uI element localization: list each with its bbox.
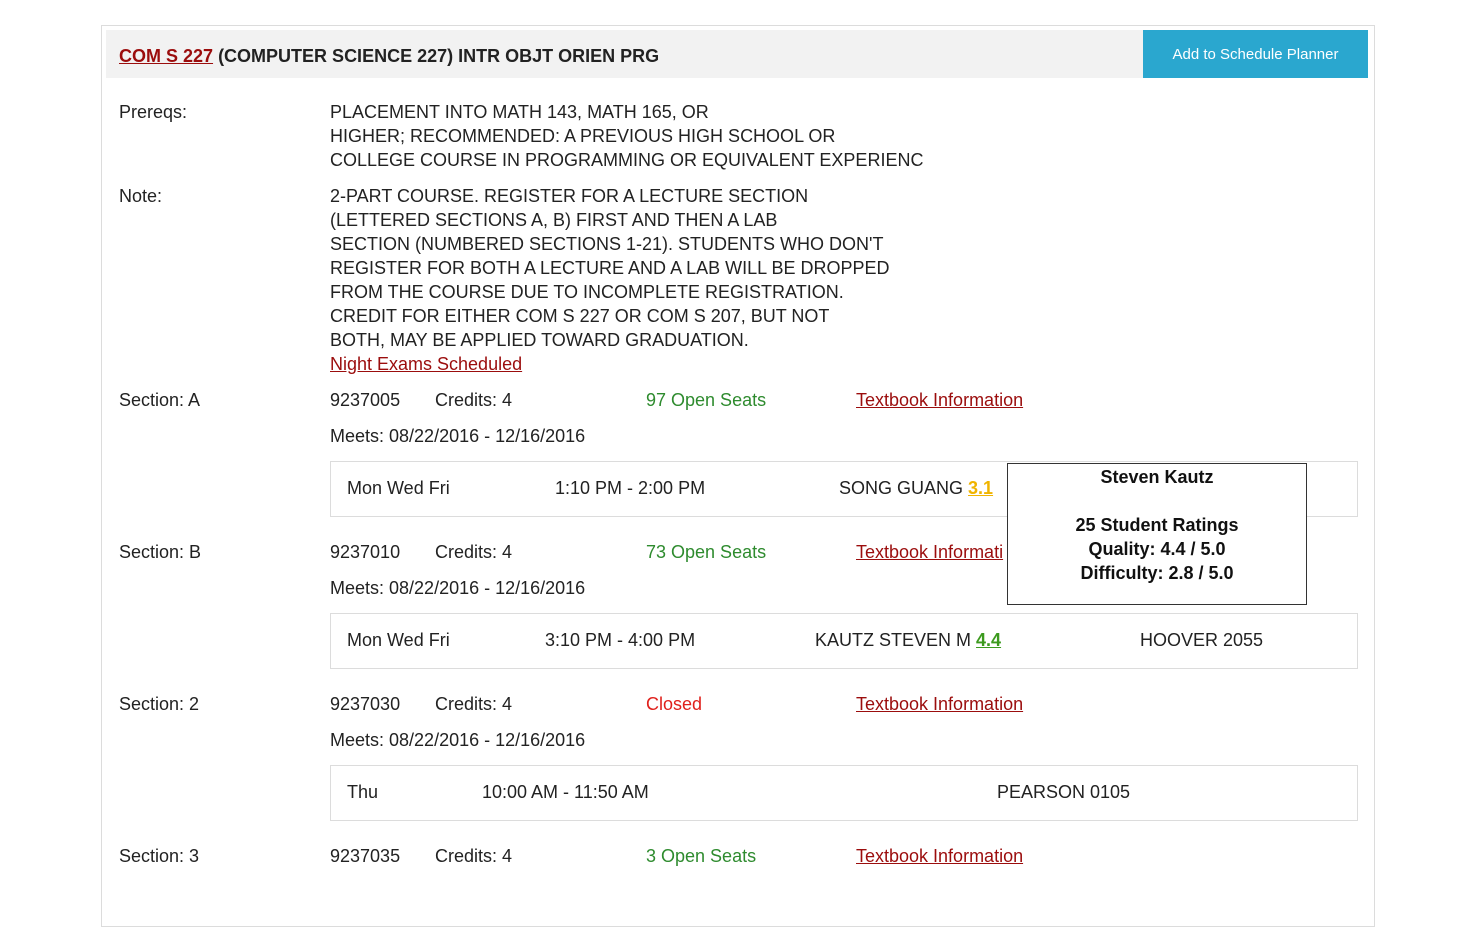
section-2-textbook-link[interactable]: Textbook Information: [856, 692, 1023, 716]
section-a-credits: Credits: 4: [435, 390, 513, 410]
tooltip-difficulty: Difficulty: 2.8 / 5.0: [1080, 563, 1234, 583]
note-line-7: BOTH, MAY BE APPLIED TOWARD GRADUATION.: [330, 330, 749, 350]
section-b-label: Section: B: [119, 542, 202, 562]
course-title: COM S 227 (COMPUTER SCIENCE 227) INTR OB…: [119, 46, 659, 67]
section-b-room: HOOVER 2055: [1140, 630, 1264, 650]
tooltip-quality: Quality: 4.4 / 5.0: [1088, 539, 1226, 559]
section-3-id: 9237035: [330, 846, 401, 866]
course-full-title: (COMPUTER SCIENCE 227) INTR OBJT ORIEN P…: [218, 46, 660, 66]
section-b-time: 3:10 PM - 4:00 PM: [545, 630, 696, 650]
course-code-link[interactable]: COM S 227: [119, 46, 213, 66]
prereqs-line-2: HIGHER; RECOMMENDED: A PREVIOUS HIGH SCH…: [330, 126, 836, 146]
section-2-days: Thu: [347, 782, 379, 802]
note-label: Note:: [119, 186, 163, 206]
note-line-1: 2-PART COURSE. REGISTER FOR A LECTURE SE…: [330, 186, 809, 206]
tooltip-spacer: [1008, 489, 1306, 513]
section-a-rating-link[interactable]: 3.1: [968, 478, 993, 498]
section-3-label: Section: 3: [119, 846, 200, 866]
note-line-3: SECTION (NUMBERED SECTIONS 1-21). STUDEN…: [330, 234, 884, 254]
section-b-id: 9237010: [330, 542, 401, 562]
section-b-credits: Credits: 4: [435, 542, 513, 562]
section-b-schedule-box: Mon Wed Fri 3:10 PM - 4:00 PM KAUTZ STEV…: [330, 613, 1358, 669]
section-2-room: PEARSON 0105: [997, 782, 1131, 802]
section-a-textbook-link[interactable]: Textbook Information: [856, 388, 1023, 412]
section-a-meets: Meets: 08/22/2016 - 12/16/2016: [330, 426, 586, 446]
section-2-schedule-box: Thu 10:00 AM - 11:50 AM PEARSON 0105: [330, 765, 1358, 821]
section-2-meets: Meets: 08/22/2016 - 12/16/2016: [330, 730, 586, 750]
tooltip-instructor-name: Steven Kautz: [1100, 467, 1214, 487]
section-a-label: Section: A: [119, 390, 201, 410]
night-exams-link[interactable]: Night Exams Scheduled: [330, 352, 522, 376]
note-line-4: REGISTER FOR BOTH A LECTURE AND A LAB WI…: [330, 258, 890, 278]
section-a-seats: 97 Open Seats: [646, 390, 767, 410]
section-2-credits: Credits: 4: [435, 694, 513, 714]
section-2-time: 10:00 AM - 11:50 AM: [482, 782, 649, 802]
section-3-textbook-link[interactable]: Textbook Information: [856, 844, 1023, 868]
section-2-id: 9237030: [330, 694, 401, 714]
section-a-time: 1:10 PM - 2:00 PM: [555, 478, 706, 498]
add-to-schedule-planner-button[interactable]: Add to Schedule Planner: [1143, 30, 1368, 78]
prereqs-label: Prereqs:: [119, 102, 188, 122]
note-line-6: CREDIT FOR EITHER COM S 227 OR COM S 207…: [330, 306, 830, 326]
section-a-id: 9237005: [330, 390, 401, 410]
tooltip-ratings-count: 25 Student Ratings: [1075, 515, 1239, 535]
section-b-meets: Meets: 08/22/2016 - 12/16/2016: [330, 578, 586, 598]
section-a-instructor: SONG GUANG 3.1: [839, 476, 993, 500]
course-header: COM S 227 (COMPUTER SCIENCE 227) INTR OB…: [106, 30, 1368, 78]
section-b-days: Mon Wed Fri: [347, 630, 450, 650]
section-a-days: Mon Wed Fri: [347, 478, 450, 498]
prereqs-line-3: COLLEGE COURSE IN PROGRAMMING OR EQUIVAL…: [330, 150, 924, 170]
section-2-label: Section: 2: [119, 694, 200, 714]
note-line-5: FROM THE COURSE DUE TO INCOMPLETE REGIST…: [330, 282, 844, 302]
section-3-credits: Credits: 4: [435, 846, 513, 866]
prereqs-line-1: PLACEMENT INTO MATH 143, MATH 165, OR: [330, 102, 709, 122]
section-b-instructor-name: KAUTZ STEVEN M: [815, 630, 972, 650]
section-2-status: Closed: [646, 694, 703, 714]
section-3-seats: 3 Open Seats: [646, 846, 757, 866]
section-a-instructor-name: SONG GUANG: [839, 478, 964, 498]
instructor-rating-tooltip: Steven Kautz 25 Student Ratings Quality:…: [1007, 463, 1307, 605]
note-line-2: (LETTERED SECTIONS A, B) FIRST AND THEN …: [330, 210, 778, 230]
section-b-textbook-link[interactable]: Textbook Informati: [856, 540, 1003, 564]
section-b-instructor: KAUTZ STEVEN M 4.4: [815, 628, 1001, 652]
section-b-seats: 73 Open Seats: [646, 542, 767, 562]
section-b-rating-link[interactable]: 4.4: [976, 630, 1001, 650]
